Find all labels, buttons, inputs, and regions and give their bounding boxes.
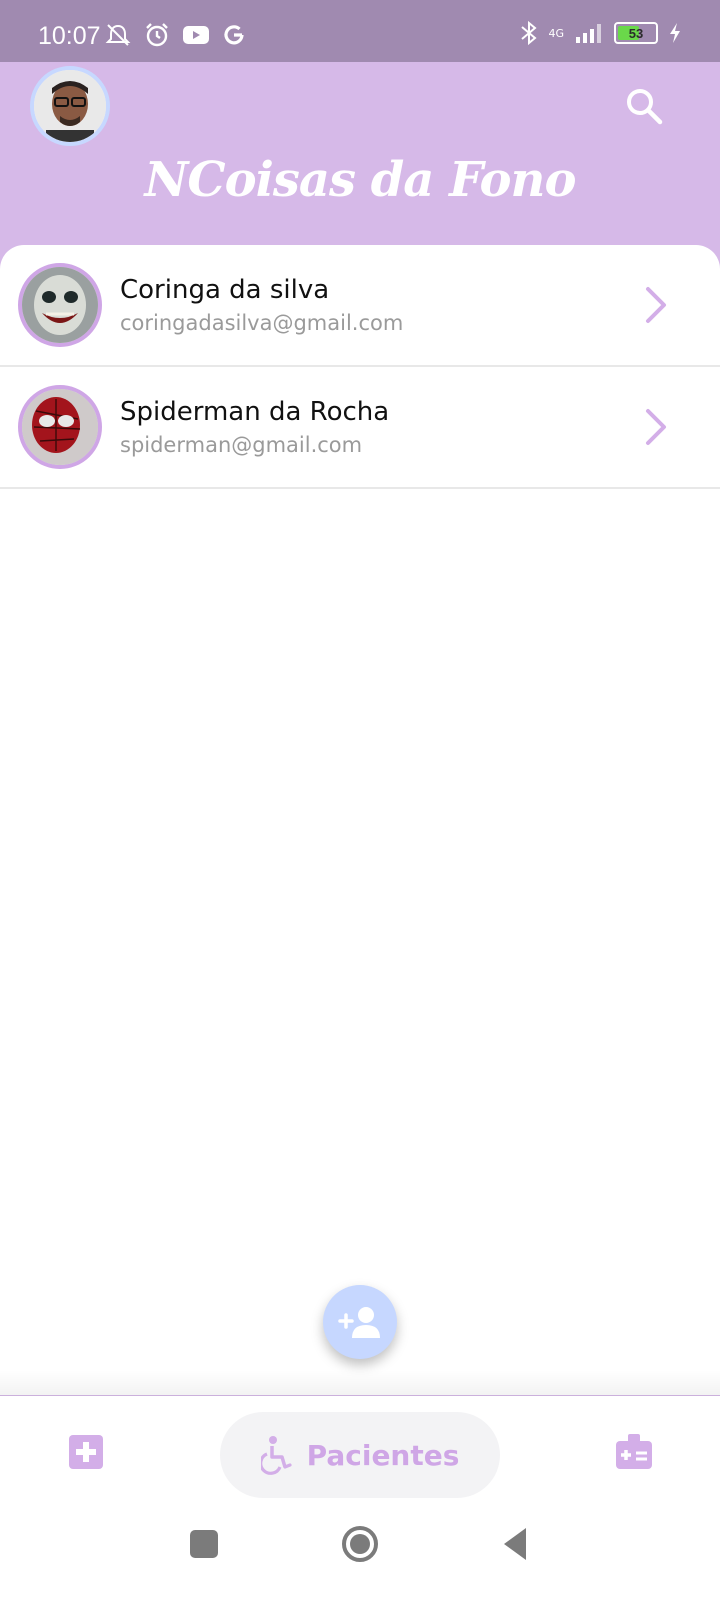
app-title: NCoisas da Fono	[144, 152, 577, 208]
search-icon[interactable]	[622, 84, 666, 128]
battery-indicator: 53	[614, 22, 658, 44]
tab-pacientes-label: Pacientes	[306, 1438, 460, 1472]
alarm-icon	[146, 23, 168, 47]
patient-avatar	[18, 263, 102, 347]
bluetooth-icon	[521, 20, 538, 46]
bottom-navigation: Pacientes	[0, 1396, 720, 1506]
status-time: 10:07	[38, 22, 101, 50]
home-button[interactable]	[340, 1524, 380, 1564]
battery-percent: 53	[628, 25, 644, 41]
status-bar: 10:07 4G 53	[0, 0, 720, 62]
add-person-icon	[338, 1307, 380, 1338]
chevron-right-icon[interactable]	[640, 285, 670, 325]
patient-list-item[interactable]: Coringa da silva coringadasilva@gmail.co…	[0, 245, 720, 367]
user-avatar[interactable]	[30, 66, 110, 146]
app-header: NCoisas da Fono	[0, 62, 720, 252]
back-button[interactable]	[500, 1524, 530, 1564]
patient-avatar	[18, 385, 102, 469]
network-label: 4G	[548, 26, 564, 40]
system-navigation-bar	[0, 1506, 720, 1600]
chevron-right-icon[interactable]	[640, 407, 670, 447]
user-avatar-image	[34, 70, 106, 142]
patient-email: spiderman@gmail.com	[120, 433, 363, 457]
mute-icon	[105, 24, 131, 46]
signal-icon	[576, 24, 601, 43]
patient-list-item[interactable]: Spiderman da Rocha spiderman@gmail.com	[0, 367, 720, 489]
add-patient-button[interactable]	[323, 1285, 397, 1359]
youtube-icon	[183, 26, 209, 44]
tab-pacientes[interactable]: Pacientes	[220, 1412, 500, 1498]
recents-button[interactable]	[190, 1530, 218, 1558]
medical-plus-icon[interactable]	[68, 1434, 104, 1470]
charging-icon	[670, 23, 680, 43]
accessible-icon	[260, 1436, 292, 1475]
google-icon	[224, 25, 244, 45]
patient-name: Spiderman da Rocha	[120, 397, 390, 427]
patient-name: Coringa da silva	[120, 275, 330, 305]
medical-kit-icon[interactable]	[614, 1432, 654, 1472]
patient-email: coringadasilva@gmail.com	[120, 311, 404, 335]
patient-list: Coringa da silva coringadasilva@gmail.co…	[0, 245, 720, 1395]
